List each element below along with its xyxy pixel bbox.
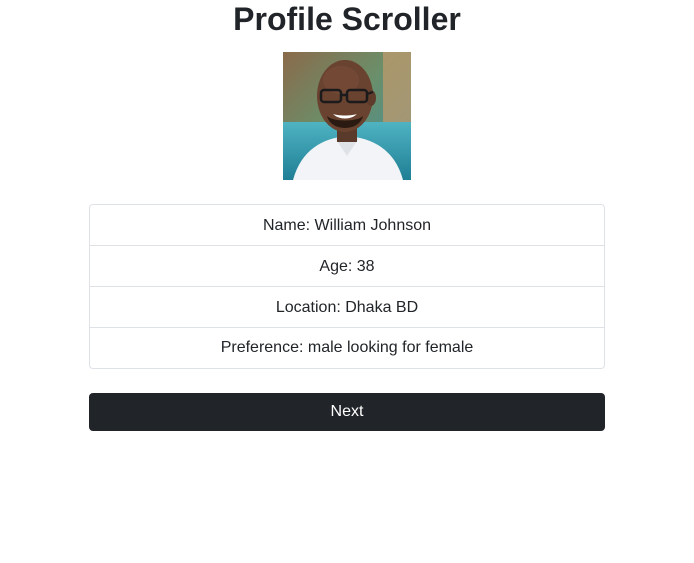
next-button[interactable]: Next bbox=[89, 393, 605, 431]
profile-age: Age: 38 bbox=[90, 246, 604, 287]
profile-scroller-page: Profile Scroller Name: William Johnson A… bbox=[0, 0, 694, 563]
profile-name: Name: William Johnson bbox=[90, 205, 604, 246]
profile-preference: Preference: male looking for female bbox=[220, 339, 474, 356]
profile-photo bbox=[283, 52, 411, 180]
profile-location: Location: Dhaka BD bbox=[90, 287, 604, 328]
profile-details-list: Name: William Johnson Age: 38 Location: … bbox=[89, 204, 605, 369]
page-title: Profile Scroller bbox=[233, 1, 461, 37]
